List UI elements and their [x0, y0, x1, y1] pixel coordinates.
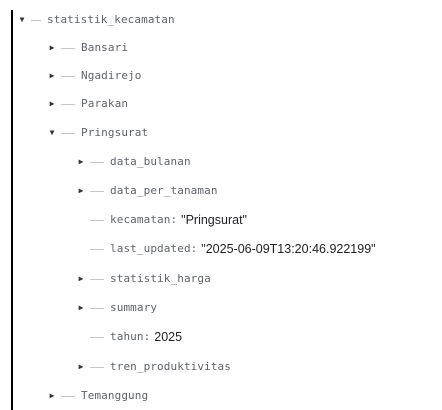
tree-node-temanggung[interactable]: ▶ Temanggung	[47, 387, 149, 405]
caret-right-icon[interactable]: ▶	[76, 153, 86, 171]
tree-connector	[61, 395, 75, 397]
node-value[interactable]: "Pringsurat"	[181, 211, 247, 229]
tree-node-data-bulanan[interactable]: ▶ data_bulanan	[76, 153, 191, 171]
node-key: Pringsurat	[81, 126, 149, 139]
node-key: tren_produktivitas	[110, 360, 232, 373]
tree-connector	[90, 366, 104, 368]
node-key: Bansari	[81, 41, 129, 54]
tree-connector	[90, 190, 104, 192]
node-value[interactable]: "2025-06-09T13:20:46.922199"	[201, 240, 375, 258]
tree-connector	[31, 19, 41, 21]
node-key: tahun	[110, 330, 144, 343]
caret-down-icon[interactable]: ▼	[47, 124, 57, 142]
tree-connector	[61, 47, 75, 49]
tree-node-statistik-kecamatan[interactable]: ▼ statistik_kecamatan	[17, 11, 175, 29]
caret-down-icon[interactable]: ▼	[17, 11, 27, 29]
tree-connector	[61, 103, 75, 105]
tree-connector	[90, 161, 104, 163]
tree-node-data-per-tanaman[interactable]: ▶ data_per_tanaman	[76, 182, 218, 200]
caret-right-icon[interactable]: ▶	[76, 270, 86, 288]
node-value[interactable]: 2025	[154, 328, 182, 346]
caret-right-icon[interactable]: ▶	[47, 39, 57, 57]
tree-connector	[61, 75, 75, 77]
tree-node-ngadirejo[interactable]: ▶ Ngadirejo	[47, 67, 142, 85]
node-key: Temanggung	[81, 389, 149, 402]
tree-leaf-tahun[interactable]: tahun: 2025	[86, 328, 182, 346]
left-border-rail	[11, 10, 13, 410]
tree-connector	[90, 307, 104, 309]
caret-right-icon[interactable]: ▶	[76, 358, 86, 376]
tree-leaf-kecamatan[interactable]: kecamatan: "Pringsurat"	[86, 211, 247, 229]
tree-connector	[90, 278, 104, 280]
node-key: last_updated	[110, 242, 191, 255]
node-key: data_bulanan	[110, 155, 191, 168]
tree-connector	[61, 132, 75, 134]
node-key: Parakan	[81, 97, 129, 110]
caret-right-icon[interactable]: ▶	[76, 182, 86, 200]
tree-node-pringsurat[interactable]: ▼ Pringsurat	[47, 124, 149, 142]
node-key: statistik_harga	[110, 272, 211, 285]
caret-right-icon[interactable]: ▶	[47, 67, 57, 85]
tree-node-summary[interactable]: ▶ summary	[76, 299, 157, 317]
tree-connector	[90, 219, 104, 221]
node-key: Ngadirejo	[81, 69, 142, 82]
caret-right-icon[interactable]: ▶	[47, 387, 57, 405]
tree-connector	[90, 336, 104, 338]
tree-leaf-last-updated[interactable]: last_updated: "2025-06-09T13:20:46.92219…	[86, 240, 376, 258]
caret-right-icon[interactable]: ▶	[47, 95, 57, 113]
tree-node-tren-produktivitas[interactable]: ▶ tren_produktivitas	[76, 358, 231, 376]
tree-connector	[90, 248, 104, 250]
tree-node-parakan[interactable]: ▶ Parakan	[47, 95, 128, 113]
node-key: data_per_tanaman	[110, 184, 218, 197]
tree-node-bansari[interactable]: ▶ Bansari	[47, 39, 128, 57]
tree-node-statistik-harga[interactable]: ▶ statistik_harga	[76, 270, 211, 288]
caret-right-icon[interactable]: ▶	[76, 299, 86, 317]
node-key: kecamatan	[110, 213, 171, 226]
node-key: summary	[110, 301, 158, 314]
node-key: statistik_kecamatan	[47, 13, 175, 26]
